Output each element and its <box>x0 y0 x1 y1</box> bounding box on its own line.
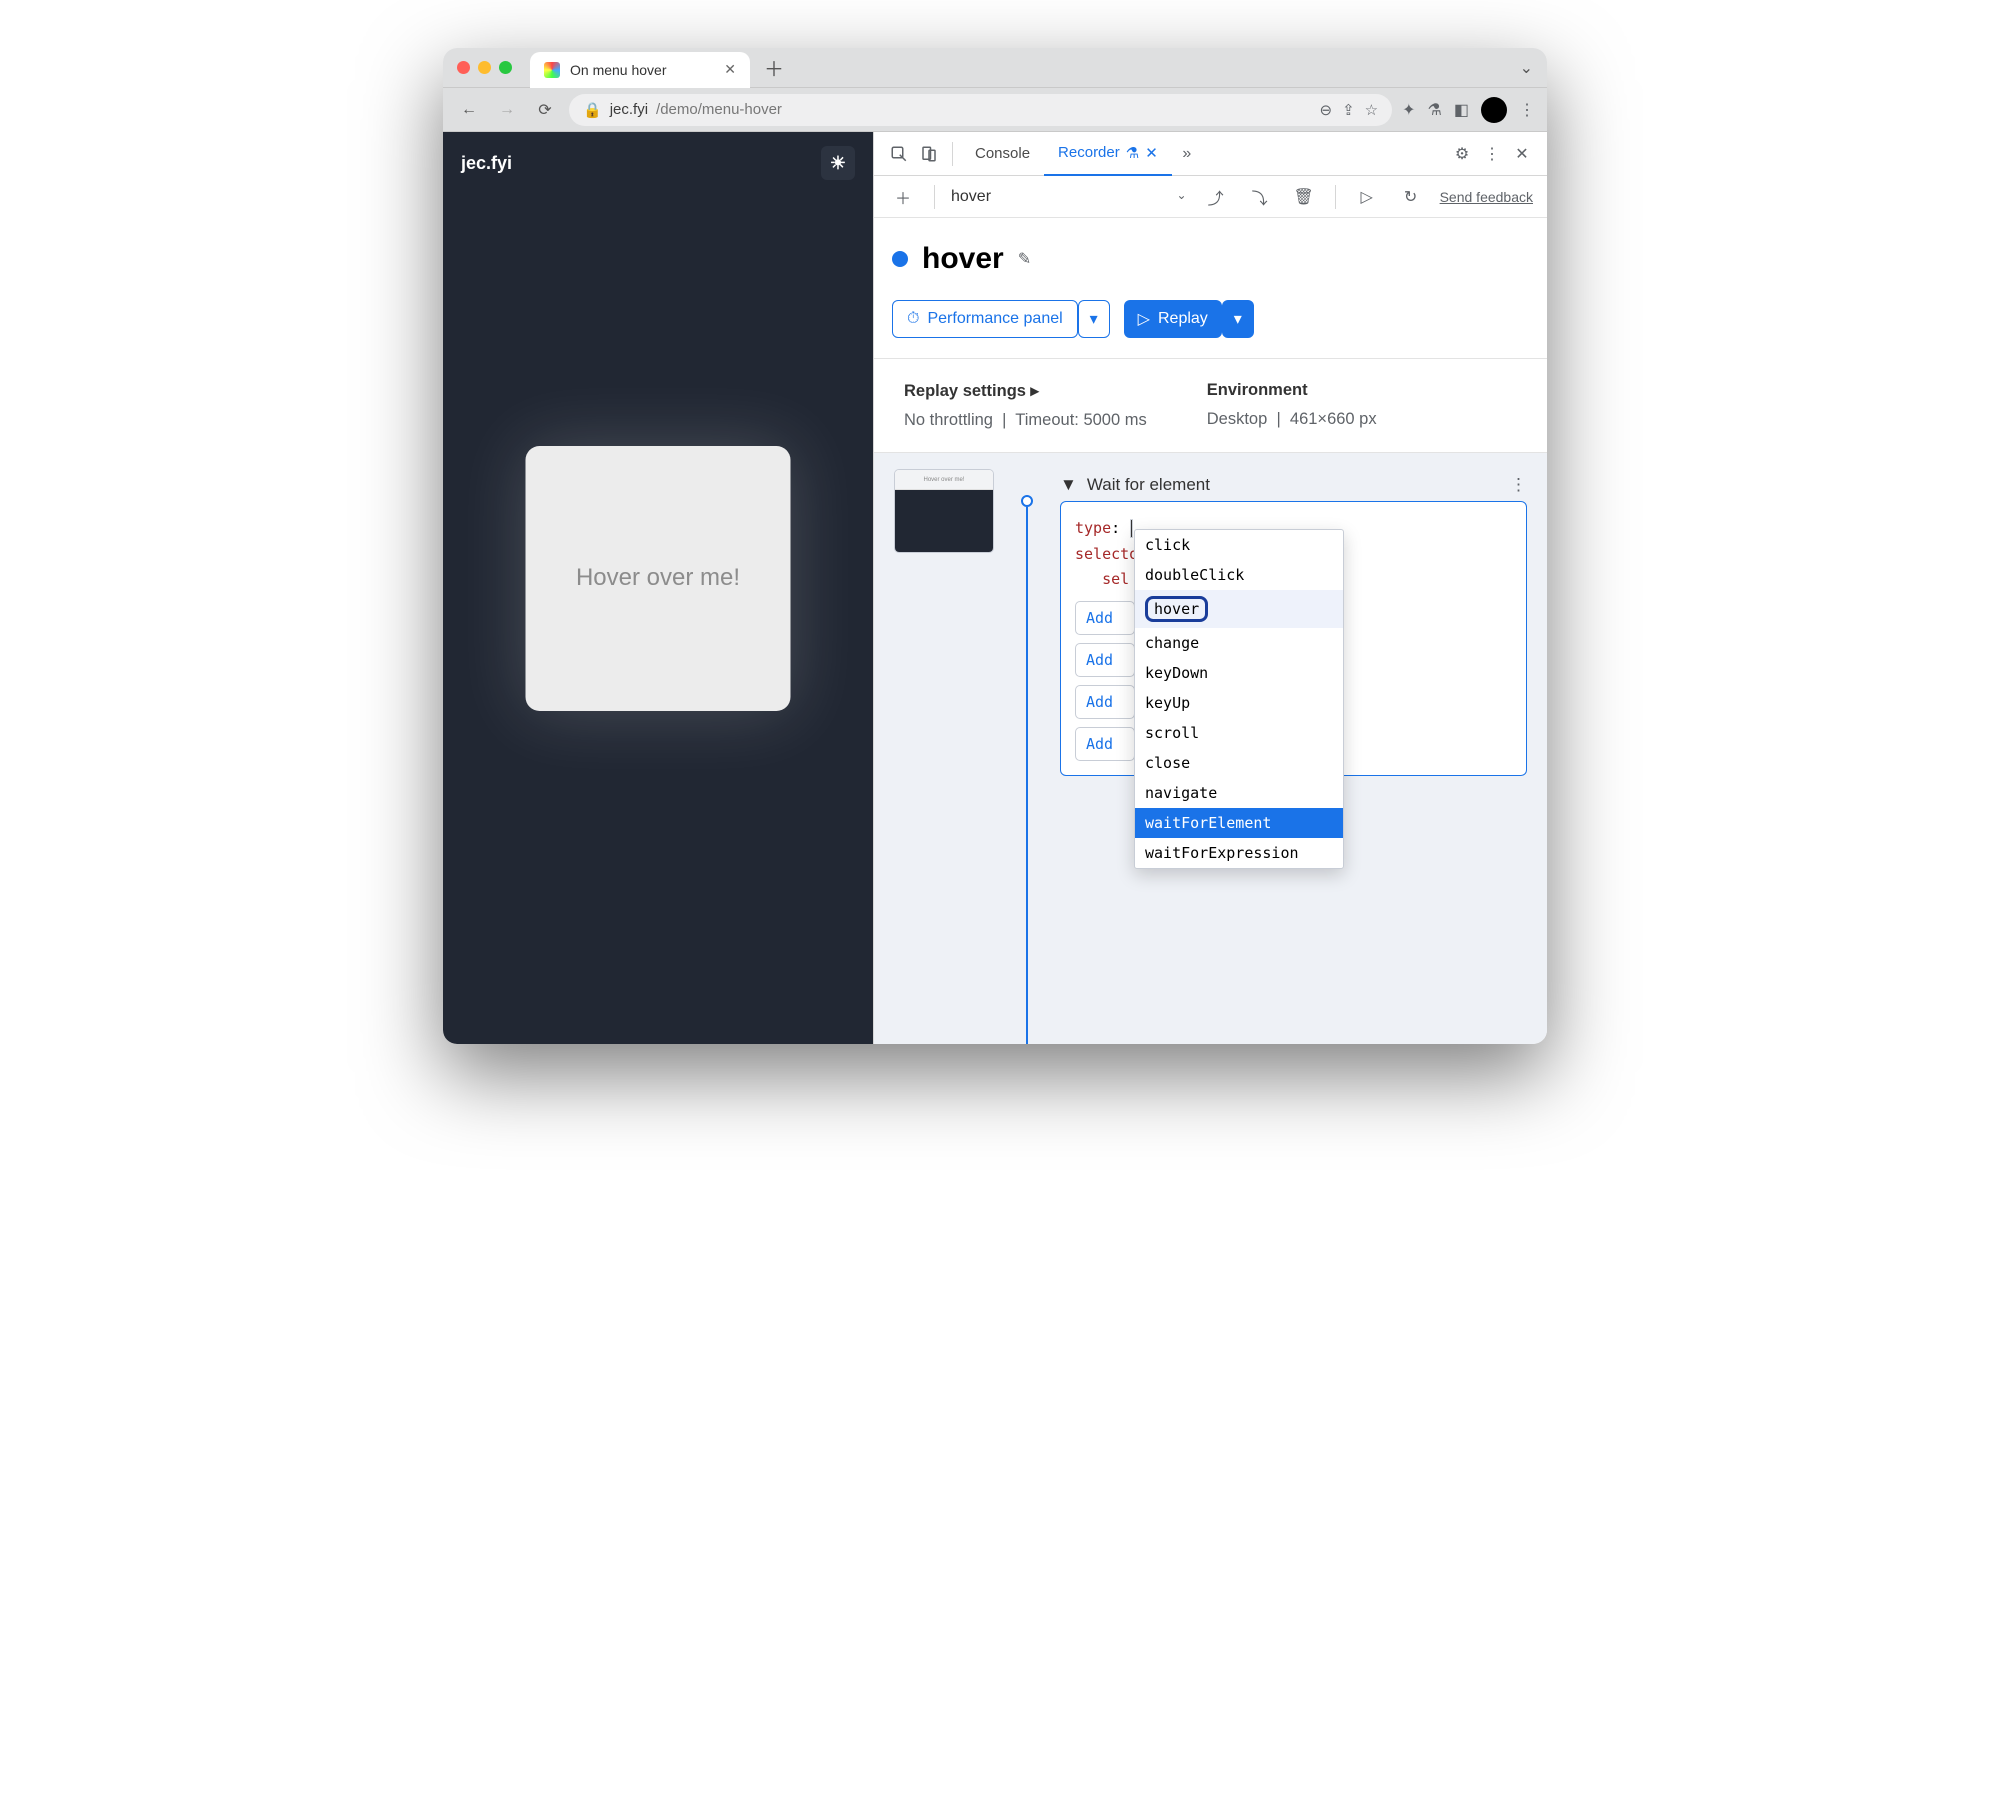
side-panel-icon[interactable]: ◧ <box>1454 100 1469 120</box>
reload-button[interactable]: ⟳ <box>531 96 559 124</box>
throttling-value: No throttling <box>904 411 993 429</box>
close-devtools-icon[interactable]: ✕ <box>1507 139 1537 169</box>
zoom-out-icon[interactable]: ⊖ <box>1320 101 1333 119</box>
performance-panel-button[interactable]: ⏱ Performance panel <box>892 300 1078 338</box>
settings-row: Replay settings ▸ No throttling | Timeou… <box>874 359 1547 452</box>
favicon-icon <box>544 62 560 78</box>
add-button[interactable]: Add <box>1075 727 1135 761</box>
recording-select[interactable]: hover ⌄ <box>951 188 1187 206</box>
new-tab-button[interactable]: ＋ <box>750 53 798 82</box>
recording-title: hover <box>922 242 1004 276</box>
close-tab-icon[interactable]: ✕ <box>724 61 736 78</box>
type-option-keyUp[interactable]: keyUp <box>1135 688 1343 718</box>
thumbnail-caption: Hover over me! <box>895 470 993 490</box>
close-window-icon[interactable] <box>457 61 470 74</box>
collapse-icon[interactable]: ▼ <box>1060 475 1077 495</box>
forward-button: → <box>493 96 521 124</box>
devtools-tabbar: Console Recorder ⚗ ✕ » ⚙ ⋮ ✕ <box>874 132 1547 176</box>
slow-replay-icon[interactable]: ↻ <box>1396 182 1426 212</box>
steps-area: Hover over me! ▼ Wait for element ⋮ type… <box>874 453 1547 1044</box>
hover-card-text: Hover over me! <box>576 564 740 592</box>
settings-gear-icon[interactable]: ⚙ <box>1447 139 1477 169</box>
environment-label: Environment <box>1207 381 1377 400</box>
recording-status-icon <box>892 251 908 267</box>
menu-icon[interactable]: ⋮ <box>1519 100 1535 120</box>
more-tabs-icon[interactable]: » <box>1172 139 1202 169</box>
type-option-scroll[interactable]: scroll <box>1135 718 1343 748</box>
add-recording-icon[interactable]: ＋ <box>888 182 918 212</box>
step-menu-icon[interactable]: ⋮ <box>1510 475 1527 495</box>
webpage: jec.fyi ☀ Hover over me! <box>443 132 873 1044</box>
step-icon[interactable]: ▷ <box>1352 182 1382 212</box>
site-title: jec.fyi <box>461 153 512 174</box>
type-option-close[interactable]: close <box>1135 748 1343 778</box>
toolbar: ← → ⟳ 🔒 jec.fyi/demo/menu-hover ⊖ ⇪ ☆ ✦ … <box>443 88 1547 132</box>
timeout-value: Timeout: 5000 ms <box>1015 411 1146 429</box>
url-actions: ⊖ ⇪ ☆ <box>1320 101 1379 119</box>
add-button[interactable]: Add <box>1075 601 1135 635</box>
replay-dropdown[interactable]: ▾ <box>1222 300 1254 338</box>
step-thumbnail[interactable]: Hover over me! <box>894 469 994 553</box>
add-button[interactable]: Add <box>1075 643 1135 677</box>
tab-list-dropdown-icon[interactable]: ⌄ <box>1520 58 1533 78</box>
type-option-keyDown[interactable]: keyDown <box>1135 658 1343 688</box>
extensions-icon[interactable]: ✦ <box>1402 100 1415 120</box>
step-title: Wait for element <box>1087 475 1210 495</box>
minimize-window-icon[interactable] <box>478 61 491 74</box>
url-host: jec.fyi <box>610 101 648 118</box>
profile-avatar[interactable] <box>1481 97 1507 123</box>
theme-toggle-button[interactable]: ☀ <box>821 146 855 180</box>
edit-name-icon[interactable]: ✎ <box>1018 249 1031 269</box>
extension-icons: ✦ ⚗ ◧ ⋮ <box>1402 97 1535 123</box>
delete-icon[interactable]: 🗑 <box>1289 182 1319 212</box>
timeline-dot-icon <box>1021 495 1033 507</box>
type-option-click[interactable]: click <box>1135 530 1343 560</box>
back-button[interactable]: ← <box>455 96 483 124</box>
address-bar[interactable]: 🔒 jec.fyi/demo/menu-hover ⊖ ⇪ ☆ <box>569 94 1392 126</box>
lock-icon: 🔒 <box>583 101 602 119</box>
hover-card[interactable]: Hover over me! <box>526 446 791 711</box>
inspect-icon[interactable] <box>884 139 914 169</box>
labs-icon[interactable]: ⚗ <box>1428 100 1442 120</box>
type-dropdown[interactable]: clickdoubleClickhoverchangekeyDownkeyUps… <box>1134 529 1344 869</box>
device-toggle-icon[interactable] <box>914 139 944 169</box>
flask-icon: ⚗ <box>1126 144 1139 162</box>
type-option-navigate[interactable]: navigate <box>1135 778 1343 808</box>
type-option-hover[interactable]: hover <box>1135 590 1343 628</box>
step-editor[interactable]: type: selectors sel Add Add Add Add clic… <box>1060 501 1527 776</box>
send-feedback-link[interactable]: Send feedback <box>1440 189 1533 205</box>
browser-tab[interactable]: On menu hover ✕ <box>530 52 750 88</box>
export-icon[interactable]: ⤴ <box>1201 182 1231 212</box>
device-value: Desktop <box>1207 410 1268 428</box>
close-tab-recorder-icon[interactable]: ✕ <box>1145 144 1158 162</box>
type-option-change[interactable]: change <box>1135 628 1343 658</box>
add-button[interactable]: Add <box>1075 685 1135 719</box>
titlebar: On menu hover ✕ ＋ ⌄ <box>443 48 1547 88</box>
action-buttons: ⏱ Performance panel ▾ ▷ Replay ▾ <box>874 300 1547 358</box>
replay-button[interactable]: ▷ Replay <box>1124 300 1222 338</box>
recording-header: hover ✎ <box>874 218 1547 300</box>
bookmark-icon[interactable]: ☆ <box>1365 101 1378 119</box>
window-controls <box>457 61 512 74</box>
performance-panel-dropdown[interactable]: ▾ <box>1078 300 1110 338</box>
type-option-waitForElement[interactable]: waitForElement <box>1135 808 1343 838</box>
kebab-menu-icon[interactable]: ⋮ <box>1477 139 1507 169</box>
browser-window: On menu hover ✕ ＋ ⌄ ← → ⟳ 🔒 jec.fyi/demo… <box>443 48 1547 1044</box>
devtools-panel: Console Recorder ⚗ ✕ » ⚙ ⋮ ✕ ＋ hover ⌄ ⤴… <box>873 132 1547 1044</box>
tab-title: On menu hover <box>570 62 667 78</box>
maximize-window-icon[interactable] <box>499 61 512 74</box>
tab-console[interactable]: Console <box>961 132 1044 176</box>
recorder-toolbar: ＋ hover ⌄ ⤴ ⤵ 🗑 ▷ ↻ Send feedback <box>874 176 1547 218</box>
type-option-doubleClick[interactable]: doubleClick <box>1135 560 1343 590</box>
type-option-waitForExpression[interactable]: waitForExpression <box>1135 838 1343 868</box>
import-icon[interactable]: ⤵ <box>1245 182 1275 212</box>
replay-settings-label[interactable]: Replay settings <box>904 382 1026 400</box>
share-icon[interactable]: ⇪ <box>1342 101 1355 119</box>
url-path: /demo/menu-hover <box>656 101 782 118</box>
tab-recorder[interactable]: Recorder ⚗ ✕ <box>1044 132 1172 176</box>
viewport-value: 461×660 px <box>1290 410 1377 428</box>
